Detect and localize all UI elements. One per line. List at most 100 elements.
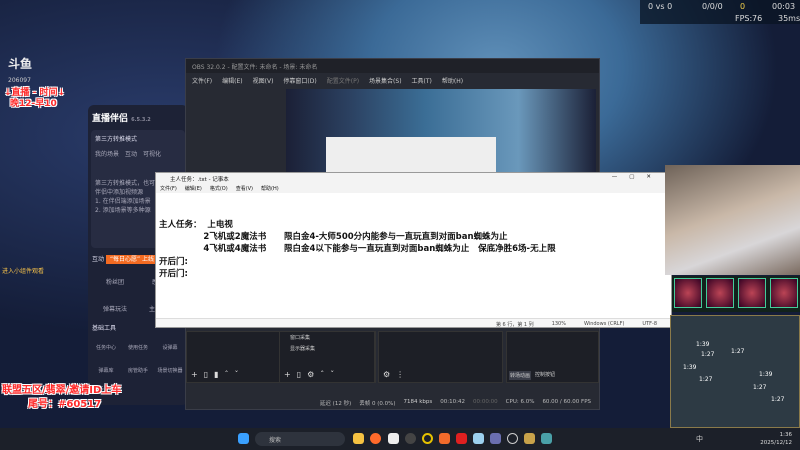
fan-club[interactable]: 粉丝团 <box>92 277 138 286</box>
tab-controls[interactable]: 控制按钮 <box>535 371 555 380</box>
transitions-dock: 转场动画 控制按钮 <box>506 331 599 383</box>
menu-scene-collection[interactable]: 场景集合(S) <box>369 76 402 85</box>
companion-title: 直播伴侣 <box>92 114 129 124</box>
app-icon[interactable] <box>507 433 518 444</box>
status-stream-time: 00:10:42 <box>440 399 465 405</box>
status-delay: 延迟 (12 秒) <box>319 401 352 407</box>
status-fps: 60.00 / 60.00 FPS <box>542 399 591 405</box>
tab-visual[interactable]: 可视化 <box>143 149 161 158</box>
status-dropped: 丢帧 0 (0.0%) <box>359 401 396 407</box>
np-menu-edit[interactable]: 编辑(E) <box>185 185 202 192</box>
notepad-menu: 文件(F) 编辑(E) 格式(O) 查看(V) 帮助(H) <box>156 184 671 193</box>
champion-icon <box>770 278 798 308</box>
tab-transitions[interactable]: 转场动画 <box>509 371 532 380</box>
app-icon[interactable] <box>388 433 399 444</box>
tab-interact[interactable]: 互动 <box>125 149 137 158</box>
cursor-position: 第 6 行，第 1 列 <box>495 322 534 328</box>
game-hud: 0 vs 0 0/0/0 0 00:03 FPS: 76 35ms <box>640 0 800 24</box>
netease-music-icon[interactable] <box>456 433 467 444</box>
np-menu-format[interactable]: 格式(O) <box>210 185 228 192</box>
task-center[interactable]: 任务中心 <box>90 344 122 351</box>
minimap[interactable]: 1:39 1:27 1:27 1:39 1:27 1:39 1:27 1:27 <box>670 315 800 428</box>
ping: 35ms <box>778 14 800 23</box>
tab-scenes[interactable]: 我的场景 <box>95 149 119 158</box>
source-display-capture[interactable]: 显示器采集 <box>280 343 374 354</box>
league-client-icon[interactable] <box>524 433 535 444</box>
notepad-window: 主人任务：.txt - 记事本 —▢✕ 文件(F) 编辑(E) 格式(O) 查看(V) 帮… <box>155 172 672 328</box>
audio-mixer-dock: ⚙⋮ <box>378 331 503 383</box>
gold: 0 <box>740 2 746 11</box>
menu-view[interactable]: 视图(V) <box>253 76 274 85</box>
line-ending: Windows (CRLF) <box>583 321 625 327</box>
text-line: 开后门: <box>159 269 188 279</box>
np-menu-file[interactable]: 文件(F) <box>160 185 177 192</box>
bottom-line-1: 联盟五区/翡翠/邀请ID上车 <box>2 385 122 396</box>
timer-label: 1:27 <box>701 351 715 358</box>
sources-dock: 窗口采集 显示器采集 +▯⚙ˆˇ <box>279 331 375 383</box>
menu-help[interactable]: 帮助(H) <box>442 76 463 85</box>
notepad-text-area[interactable]: 主人任务： 上电视 2飞机或2魔法书 限白金4-大师500分内能参与一直玩直到对… <box>156 193 671 306</box>
interact-heading: 互动 <box>92 256 105 263</box>
search-box[interactable]: 搜索 <box>255 432 345 446</box>
danmaku-play[interactable]: 弹幕玩法 <box>92 304 138 313</box>
obs-preview[interactable] <box>286 89 596 174</box>
status-rec-time: 00:00:00 <box>472 399 498 405</box>
room-admin[interactable]: 房管助手 <box>122 367 154 374</box>
window-controls[interactable]: —▢✕ <box>612 174 663 180</box>
notepad-icon[interactable] <box>473 433 484 444</box>
fps-value: 76 <box>752 14 763 23</box>
timer-label: 1:27 <box>731 348 745 355</box>
kda: 0/0/0 <box>702 2 723 11</box>
champion-icon <box>738 278 766 308</box>
app-icon[interactable] <box>422 433 433 444</box>
timer-label: 1:39 <box>696 341 710 348</box>
encoding: UTF-8 <box>642 321 657 327</box>
sources-toolbar[interactable]: +▯⚙ˆˇ <box>280 370 374 382</box>
ime-indicator[interactable]: 中 <box>696 434 703 444</box>
np-menu-help[interactable]: 帮助(H) <box>261 185 279 192</box>
schedule-time: 晚12-早10 <box>10 99 57 109</box>
webcam-feed <box>665 165 800 275</box>
np-menu-view[interactable]: 查看(V) <box>236 185 253 192</box>
notepad-title: 主人任务：.txt - 记事本 <box>170 177 229 183</box>
daily-wish-badge[interactable]: “每日心愿” 上线 <box>105 255 159 264</box>
windows-start-icon[interactable] <box>238 433 249 444</box>
use-task[interactable]: 使用任务 <box>122 344 154 351</box>
timer-label: 1:39 <box>759 371 773 378</box>
league-icon[interactable] <box>541 433 552 444</box>
menu-docks[interactable]: 停靠窗口(D) <box>283 76 316 85</box>
timer-label: 1:27 <box>699 376 713 383</box>
source-window-capture[interactable]: 窗口采集 <box>280 332 374 343</box>
taskbar: 搜索 中 1:36 2025/12/12 <box>0 428 800 450</box>
app-icon[interactable] <box>439 433 450 444</box>
app-icon[interactable] <box>490 433 501 444</box>
clock[interactable]: 1:36 2025/12/12 <box>760 431 792 447</box>
obs-status-bar: 延迟 (12 秒) 丢帧 0 (0.0%) 7184 kbps 00:10:42 00:… <box>186 395 599 409</box>
firefox-icon[interactable] <box>370 433 381 444</box>
bottom-line-2: 尾号：#60517 <box>28 399 102 410</box>
text-line: 开后门: <box>159 257 188 267</box>
obs-title: OBS 32.0.2 - 配置文件: 未命名 - 场景: 未命名 <box>186 59 599 73</box>
menu-profile[interactable]: 配置文件(P) <box>327 76 359 85</box>
timer-label: 1:39 <box>683 364 697 371</box>
mixer-toolbar[interactable]: ⚙⋮ <box>379 370 502 382</box>
menu-tools[interactable]: 工具(T) <box>412 76 432 85</box>
obs-icon[interactable] <box>405 433 416 444</box>
menu-file[interactable]: 文件(F) <box>192 76 212 85</box>
danmaku-lib[interactable]: 弹幕库 <box>90 367 122 374</box>
menu-edit[interactable]: 编辑(E) <box>222 76 242 85</box>
text-line: 2飞机或2魔法书 限白金4-大师500分内能参与一直玩直到对面ban蜘蛛为止 <box>159 232 508 242</box>
clock-time: 1:36 <box>779 432 792 438</box>
douyu-logo: 斗鱼 <box>8 57 33 71</box>
scene-switcher[interactable]: 场景切换器 <box>154 367 186 374</box>
fps-label: FPS: <box>735 14 753 23</box>
notepad-status-bar: 第 6 行，第 1 列 130% Windows (CRLF) UTF-8 <box>156 318 671 328</box>
champion-icon <box>674 278 702 308</box>
text-line: 4飞机或4魔法书 限白金4以下能参与一直玩直到对面ban蜘蛛为止 保底净胜6场-… <box>159 244 556 254</box>
obs-menu: 文件(F) 编辑(E) 视图(V) 停靠窗口(D) 配置文件(P) 场景集合(S) 工具(T… <box>186 73 599 86</box>
file-explorer-icon[interactable] <box>353 433 364 444</box>
mode-dropdown[interactable]: 第三方转推模式 <box>95 134 181 143</box>
team-score: 0 vs 0 <box>648 2 673 11</box>
text-line: 主人任务： 上电视 <box>159 220 233 230</box>
set-danmaku[interactable]: 设弹幕 <box>154 344 186 351</box>
